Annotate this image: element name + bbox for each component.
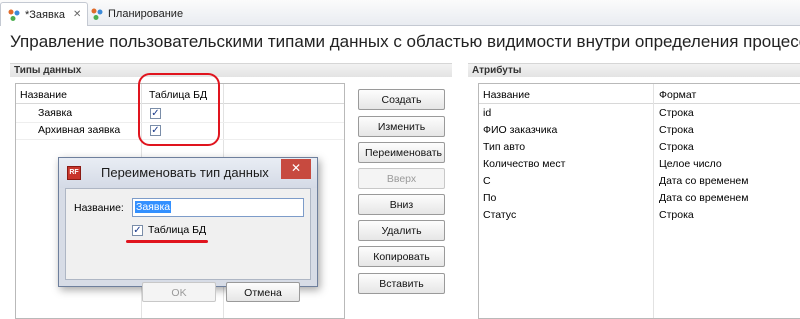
attribute-name: По (483, 192, 497, 204)
attribute-name: Количество мест (483, 158, 566, 170)
table-row[interactable]: Тип авто Строка (479, 139, 800, 156)
app-logo-icon: RF (67, 166, 81, 180)
create-button[interactable]: Создать (358, 89, 445, 110)
rename-datatype-dialog: RF Переименовать тип данных ✕ Название: … (58, 157, 318, 302)
tab-label: Планирование (108, 8, 184, 20)
copy-button[interactable]: Копировать (358, 246, 445, 267)
dialog-title: Переименовать тип данных (101, 165, 269, 180)
dialog-close-button[interactable]: ✕ (281, 159, 311, 179)
tab-planirovanie[interactable]: Планирование (84, 2, 189, 26)
tab-label: *Заявка (25, 8, 66, 21)
paste-button[interactable]: Вставить (358, 273, 445, 294)
datatype-name: Архивная заявка (38, 124, 121, 136)
attribute-name: Тип авто (483, 141, 526, 153)
column-header-format[interactable]: Формат (659, 89, 696, 101)
attributes-table[interactable]: Название Формат id Строка ФИО заказчика … (478, 83, 800, 319)
name-input[interactable]: Заявка (132, 198, 304, 217)
table-row[interactable]: С Дата со временем (479, 173, 800, 190)
annotation-underline (126, 240, 208, 243)
attribute-format: Строка (659, 209, 694, 221)
datatype-name: Заявка (38, 107, 73, 119)
db-table-checkbox[interactable]: ✓ (132, 225, 143, 236)
move-up-button[interactable]: Вверх (358, 168, 445, 189)
attribute-format: Строка (659, 107, 694, 119)
dialog-titlebar[interactable]: RF Переименовать тип данных ✕ (59, 158, 317, 188)
rename-button[interactable]: Переименовать (358, 142, 445, 163)
table-row[interactable]: Количество мест Целое число (479, 156, 800, 173)
attribute-name: id (483, 107, 492, 119)
cancel-button[interactable]: Отмена (226, 282, 300, 302)
close-icon[interactable]: ✕ (73, 9, 81, 20)
attribute-format: Строка (659, 124, 694, 136)
annotation-highlight-circle (138, 73, 220, 146)
table-header: Название Формат (479, 84, 800, 104)
move-down-button[interactable]: Вниз (358, 194, 445, 215)
column-header-name[interactable]: Название (483, 89, 530, 101)
data-types-section-header: Типы данных (10, 63, 452, 77)
attribute-name: ФИО заказчика (483, 124, 558, 136)
edit-button[interactable]: Изменить (358, 116, 445, 137)
attributes-section-header: Атрибуты (468, 63, 800, 77)
delete-button[interactable]: Удалить (358, 220, 445, 241)
attribute-name: С (483, 175, 491, 187)
table-row[interactable]: ФИО заказчика Строка (479, 122, 800, 139)
process-icon (7, 8, 21, 22)
tab-zayavka[interactable]: *Заявка ✕ (0, 2, 89, 26)
attribute-name: Статус (483, 209, 517, 221)
attribute-format: Целое число (659, 158, 722, 170)
column-header-name[interactable]: Название (20, 89, 67, 101)
process-icon (90, 7, 104, 21)
editor-tab-bar: *Заявка ✕ Планирование (0, 0, 800, 26)
dialog-body: Название: Заявка ✓ Таблица БД OK Отмена (65, 188, 311, 302)
table-row[interactable]: Статус Строка (479, 207, 800, 224)
page-title: Управление пользовательскими типами данн… (10, 32, 800, 51)
table-row[interactable]: По Дата со временем (479, 190, 800, 207)
attribute-format: Строка (659, 141, 694, 153)
name-input-value: Заявка (135, 201, 172, 213)
table-row[interactable]: id Строка (479, 105, 800, 122)
attribute-format: Дата со временем (659, 192, 749, 204)
db-table-checkbox-label: Таблица БД (148, 224, 207, 236)
attribute-format: Дата со временем (659, 175, 749, 187)
ok-button[interactable]: OK (142, 282, 216, 302)
name-label: Название: (74, 202, 124, 214)
